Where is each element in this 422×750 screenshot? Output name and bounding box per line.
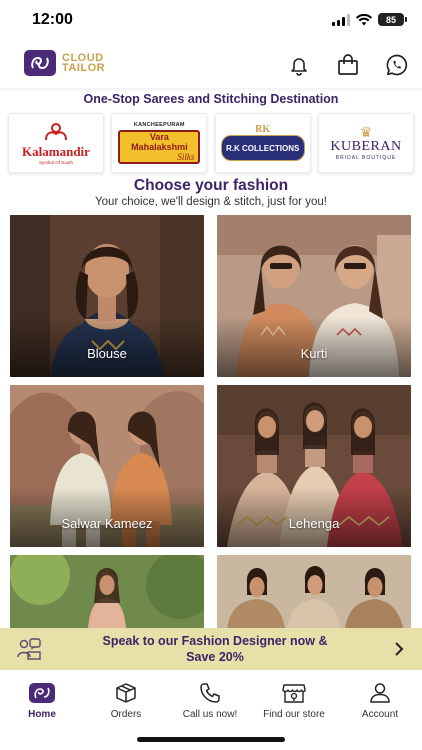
section-title: Choose your fashion [133,177,289,194]
phone-icon [196,680,224,706]
home-indicator[interactable] [137,737,285,742]
status-time: 12:00 [32,11,73,28]
section-subtitle: Your choice, we'll design & stitch, just… [95,196,327,208]
tab-label: Account [361,709,399,720]
tab-find-store[interactable]: Find our store [252,680,336,720]
rk-monogram: RK [255,124,271,135]
tab-orders[interactable]: Orders [84,680,168,720]
brand-strip: Kalamandir Symbol Of South KANCHEEPURAM … [8,113,414,173]
brand-vara-mahalakshmi[interactable]: KANCHEEPURAM Vara Mahalakshmi Silks [111,113,208,173]
category-card-saree[interactable] [217,555,411,628]
tab-call-us[interactable]: Call us now! [168,680,252,720]
vara-name-line2: Mahalakshmi [131,142,188,152]
status-bar: 12:00 85 [0,0,422,42]
brand-rk-collections[interactable]: RK R.K COLLECTIONS [214,113,311,173]
designer-consult-icon [17,638,41,660]
logo-text-line2: TAILOR [62,62,106,74]
saree-photo [217,555,411,628]
designer-promo-banner[interactable]: Speak to our Fashion Designer now & Save… [0,628,422,670]
logo-text: CLOUD TAILOR [62,53,106,74]
chevron-right-icon [395,642,404,656]
cloud-tailor-logo[interactable]: CLOUD TAILOR [24,50,105,76]
tab-account[interactable]: Account [338,680,422,720]
tagline: One-Stop Sarees and Stitching Destinatio… [83,92,339,106]
tab-label: Call us now! [182,709,238,720]
gown-photo [10,555,204,628]
rk-logo-box: R.K COLLECTIONS [220,135,305,161]
category-label: Salwar Kameez [61,516,153,531]
vara-logo-box: Vara Mahalakshmi Silks [118,130,201,164]
tab-label: Orders [110,709,142,720]
tab-label: Find our store [263,709,325,720]
kalamandir-name: Kalamandir [22,143,90,159]
category-card-lehenga[interactable]: Lehenga [217,385,411,547]
logo-mark-icon [24,50,56,76]
kuberan-sub: BRIDAL BOUTIQUE [335,155,397,161]
kalamandir-emblem-icon [45,122,67,140]
vara-name-line1: Vara [149,132,169,142]
battery-icon: 85 [378,13,407,26]
category-label: Blouse [87,346,127,361]
user-icon [366,680,394,706]
cellular-signal-icon [332,13,350,26]
store-icon [280,680,308,706]
category-label: Kurti [300,346,328,361]
tab-label: Home [28,709,56,720]
tab-home[interactable]: Home [0,680,84,720]
battery-level: 85 [385,14,396,25]
rk-name: R.K COLLECTIONS [225,143,300,153]
whatsapp-icon[interactable] [382,50,412,80]
wifi-icon [356,13,372,25]
kuberan-emblem-icon: ♛ [359,124,373,140]
category-label: Lehenga [288,516,340,531]
promo-line2: Save 20% [186,650,244,664]
brand-kuberan[interactable]: ♛ KUBERAN BRIDAL BOUTIQUE [317,113,414,173]
box-icon [112,680,140,706]
kuberan-name: KUBERAN [330,139,402,154]
vara-top-label: KANCHEEPURAM [133,122,185,128]
kalamandir-sub: Symbol Of South [38,159,74,165]
home-logo-icon [28,680,56,706]
app-header: CLOUD TAILOR [0,42,422,88]
vara-silks-label: Silks [177,152,195,162]
brand-kalamandir[interactable]: Kalamandir Symbol Of South [8,113,104,173]
promo-text: Speak to our Fashion Designer now & Save… [60,633,370,665]
category-card-kurti[interactable]: Kurti [217,215,411,377]
shopping-bag-icon[interactable] [333,50,363,80]
promo-line1: Speak to our Fashion Designer now & [102,634,328,648]
category-card-gown[interactable] [10,555,204,628]
status-icons: 85 [332,13,407,26]
category-card-salwar-kameez[interactable]: Salwar Kameez [10,385,204,547]
bell-icon[interactable] [284,50,314,80]
category-card-blouse[interactable]: Blouse [10,215,204,377]
